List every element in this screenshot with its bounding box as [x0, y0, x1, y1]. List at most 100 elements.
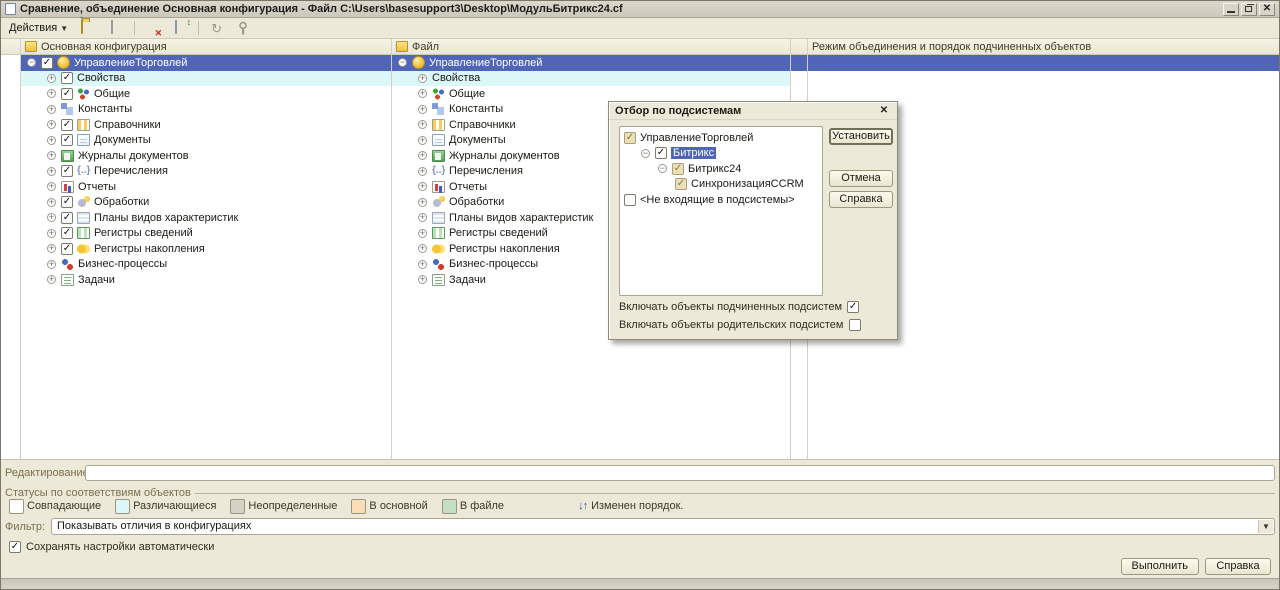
- expand-toggle-icon[interactable]: +: [47, 166, 56, 176]
- tree-row[interactable]: + Бизнес-процессы: [21, 257, 391, 273]
- expand-toggle-icon[interactable]: +: [418, 151, 427, 161]
- subsystem-tree-row[interactable]: <Не входящие в подсистемы>: [622, 192, 820, 208]
- tree-row[interactable]: + ✓ Общие: [21, 86, 391, 102]
- tree-row[interactable]: − ✓ УправлениеТорговлей: [21, 55, 391, 71]
- subsystem-checkbox[interactable]: [624, 193, 636, 206]
- tree-row[interactable]: + ✓ Документы: [21, 133, 391, 149]
- expand-toggle-icon[interactable]: +: [418, 89, 427, 99]
- expand-toggle-icon[interactable]: +: [47, 259, 56, 269]
- expand-toggle-icon[interactable]: +: [47, 120, 56, 130]
- row-checkbox[interactable]: ✓: [61, 72, 73, 85]
- subsystem-tree-row[interactable]: ✓ УправлениеТорговлей: [622, 130, 820, 146]
- expand-toggle-icon[interactable]: −: [398, 58, 407, 68]
- include-child-subsystems-checkbox[interactable]: ✓: [847, 301, 860, 313]
- tree-row[interactable]: + ✓ Свойства: [21, 70, 391, 86]
- set-button[interactable]: Установить: [829, 128, 893, 145]
- dialog-title-bar[interactable]: Отбор по подсистемам ✕: [609, 102, 897, 120]
- merge-mode-cell[interactable]: [791, 86, 807, 102]
- expand-toggle-icon[interactable]: +: [418, 244, 427, 254]
- expand-toggle-icon[interactable]: +: [47, 135, 56, 145]
- subsystem-checkbox[interactable]: ✓: [675, 178, 687, 191]
- tree-row[interactable]: + ✓ {..} Перечисления: [21, 164, 391, 180]
- row-checkbox[interactable]: ✓: [61, 211, 73, 224]
- cancel-button[interactable]: Отмена: [829, 170, 893, 187]
- row-checkbox[interactable]: ✓: [61, 118, 73, 131]
- tree-row[interactable]: + Задачи: [21, 272, 391, 288]
- row-checkbox[interactable]: ✓: [61, 196, 73, 209]
- expand-toggle-icon[interactable]: +: [418, 104, 427, 114]
- row-checkbox[interactable]: ✓: [61, 227, 73, 240]
- expand-toggle-icon[interactable]: +: [47, 228, 56, 238]
- subsystem-filter-button[interactable]: ✕: [140, 19, 165, 37]
- filter-combobox[interactable]: Показывать отличия в конфигурациях ▼: [51, 518, 1275, 535]
- run-button[interactable]: Выполнить: [1120, 558, 1199, 575]
- merge-mode-header[interactable]: Режим объединения и порядок подчиненных …: [808, 39, 1279, 55]
- expand-toggle-icon[interactable]: +: [418, 213, 427, 223]
- include-parent-subsystems-checkbox[interactable]: [848, 319, 861, 331]
- actions-menu-button[interactable]: Действия ▼: [4, 19, 73, 37]
- subsystem-tree-row[interactable]: ✓ СинхронизацияCCRM: [622, 177, 820, 193]
- row-checkbox[interactable]: ✓: [41, 56, 53, 69]
- expand-toggle-icon[interactable]: −: [658, 164, 667, 174]
- tree-row[interactable]: + ✓ Обработки: [21, 195, 391, 211]
- expand-toggle-icon[interactable]: +: [47, 275, 56, 285]
- expand-toggle-icon[interactable]: +: [47, 89, 56, 99]
- subsystem-tree-row[interactable]: − ✓ Битрикс: [622, 146, 820, 162]
- tree-row[interactable]: + ✓ Регистры накопления: [21, 241, 391, 257]
- expand-toggle-icon[interactable]: −: [27, 58, 36, 68]
- open-file-button[interactable]: [76, 19, 101, 37]
- expand-toggle-icon[interactable]: +: [418, 259, 427, 269]
- tree-row[interactable]: + ✓ Регистры сведений: [21, 226, 391, 242]
- expand-toggle-icon[interactable]: +: [418, 228, 427, 238]
- row-checkbox[interactable]: ✓: [61, 165, 73, 178]
- file-header[interactable]: Файл: [392, 39, 790, 55]
- autosave-checkbox[interactable]: ✓: [9, 541, 21, 553]
- expand-toggle-icon[interactable]: +: [47, 197, 56, 207]
- expand-toggle-icon[interactable]: +: [418, 135, 427, 145]
- expand-toggle-icon[interactable]: +: [47, 151, 56, 161]
- help-button[interactable]: Справка: [1205, 558, 1271, 575]
- restore-button[interactable]: [1241, 2, 1257, 16]
- expand-toggle-icon[interactable]: +: [47, 104, 56, 114]
- refresh-button[interactable]: ↻: [204, 19, 229, 37]
- close-button[interactable]: ✕: [1259, 2, 1275, 16]
- merge-mode-cell[interactable]: [791, 71, 807, 87]
- dialog-help-button[interactable]: Справка: [829, 191, 893, 208]
- expand-toggle-icon[interactable]: +: [418, 166, 427, 176]
- dialog-close-button[interactable]: ✕: [877, 104, 891, 117]
- tools-button[interactable]: [232, 19, 257, 37]
- combo-dropdown-icon[interactable]: ▼: [1258, 520, 1273, 533]
- tree-row[interactable]: + Общие: [392, 86, 790, 102]
- match-settings-button[interactable]: ↕: [168, 17, 193, 37]
- expand-toggle-icon[interactable]: +: [418, 120, 427, 130]
- expand-toggle-icon[interactable]: +: [418, 275, 427, 285]
- minimize-button[interactable]: [1223, 2, 1239, 16]
- subsystem-checkbox[interactable]: ✓: [672, 162, 684, 175]
- subsystem-checkbox[interactable]: ✓: [624, 131, 636, 144]
- expand-toggle-icon[interactable]: +: [418, 197, 427, 207]
- expand-toggle-icon[interactable]: +: [47, 182, 56, 192]
- expand-toggle-icon[interactable]: +: [47, 213, 56, 223]
- row-checkbox[interactable]: ✓: [61, 242, 73, 255]
- tree-row[interactable]: + Журналы документов: [21, 148, 391, 164]
- expand-toggle-icon[interactable]: +: [47, 73, 56, 83]
- expand-toggle-icon[interactable]: +: [418, 73, 427, 83]
- expand-toggle-icon[interactable]: +: [47, 244, 56, 254]
- tree-row[interactable]: + Отчеты: [21, 179, 391, 195]
- merge-mode-cell[interactable]: [808, 86, 1279, 102]
- tree-row[interactable]: + Константы: [21, 102, 391, 118]
- tree-row[interactable]: + ✓ Справочники: [21, 117, 391, 133]
- tree-row[interactable]: − УправлениеТорговлей: [392, 55, 790, 71]
- expand-toggle-icon[interactable]: +: [418, 182, 427, 192]
- subsystem-tree-row[interactable]: − ✓ Битрикс24: [622, 161, 820, 177]
- main-configuration-header[interactable]: Основная конфигурация: [21, 39, 391, 55]
- tree-row[interactable]: + ✓ Планы видов характеристик: [21, 210, 391, 226]
- subsystem-checkbox[interactable]: ✓: [655, 147, 667, 160]
- expand-toggle-icon[interactable]: −: [641, 148, 650, 158]
- editing-input[interactable]: [85, 465, 1275, 481]
- merge-mode-cell[interactable]: [808, 55, 1279, 71]
- row-checkbox[interactable]: ✓: [61, 134, 73, 147]
- tree-row[interactable]: + Свойства: [392, 70, 790, 86]
- save-file-button[interactable]: [104, 19, 129, 37]
- row-checkbox[interactable]: ✓: [61, 87, 73, 100]
